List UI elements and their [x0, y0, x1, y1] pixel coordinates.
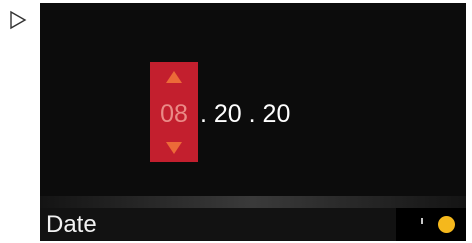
date-display: 08 . 20 . 20	[40, 3, 466, 196]
device-screen: 08 . 20 . 20 Date	[40, 3, 466, 241]
footer-bar: Date	[40, 208, 466, 241]
status-area	[396, 208, 466, 241]
status-tick	[421, 218, 423, 224]
status-indicator-icon	[438, 216, 455, 233]
page: 08 . 20 . 20 Date	[0, 0, 472, 243]
divider	[40, 196, 466, 208]
arrow-up-icon[interactable]	[166, 71, 182, 83]
date-remainder: . 20 . 20	[200, 100, 291, 128]
screen-title: Date	[46, 211, 97, 238]
play-icon[interactable]	[8, 10, 28, 30]
month-value: 08	[160, 100, 188, 128]
arrow-down-icon[interactable]	[166, 142, 182, 154]
month-spinner[interactable]: 08	[150, 62, 198, 162]
